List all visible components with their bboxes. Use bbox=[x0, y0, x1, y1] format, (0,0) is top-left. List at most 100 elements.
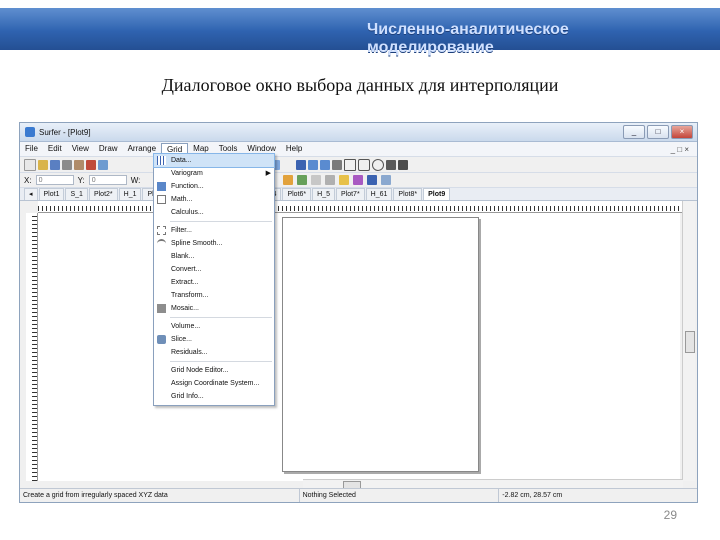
plot-canvas[interactable] bbox=[38, 213, 680, 481]
vector-map-icon[interactable] bbox=[353, 175, 364, 185]
symbol-icon[interactable] bbox=[332, 159, 342, 170]
reshape-icon[interactable] bbox=[386, 159, 396, 170]
tab-s1[interactable]: S_1 bbox=[65, 188, 88, 200]
menu-item-grid-node-editor[interactable]: Grid Node Editor... bbox=[154, 364, 274, 377]
menu-view[interactable]: View bbox=[67, 142, 94, 156]
mdi-controls[interactable]: _ □ × bbox=[671, 145, 689, 154]
menu-draw[interactable]: Draw bbox=[94, 142, 123, 156]
image-map-icon[interactable] bbox=[339, 175, 350, 185]
undo-icon[interactable] bbox=[74, 159, 84, 170]
mosaic-icon bbox=[157, 304, 166, 313]
menu-item-transform[interactable]: Transform... bbox=[154, 289, 274, 302]
slice-icon bbox=[157, 335, 166, 344]
main-toolbar bbox=[20, 157, 697, 173]
status-bar: Create a grid from irregularly spaced XY… bbox=[20, 488, 697, 502]
menu-separator bbox=[170, 361, 272, 362]
ellipse-icon[interactable] bbox=[372, 158, 384, 171]
surface-icon[interactable] bbox=[367, 175, 378, 185]
post-map-icon[interactable] bbox=[325, 175, 336, 185]
title-bar: Surfer - [Plot9] _ □ × bbox=[20, 123, 697, 142]
wireframe-icon[interactable] bbox=[381, 175, 392, 185]
vertical-scrollbar[interactable] bbox=[682, 201, 695, 481]
menu-item-variogram[interactable]: Variogram ▶ bbox=[154, 167, 274, 180]
menu-item-assign-coordinate-system[interactable]: Assign Coordinate System... bbox=[154, 377, 274, 390]
slide-number: 29 bbox=[663, 508, 677, 522]
tab-plot6[interactable]: Plot6* bbox=[282, 188, 312, 200]
text-icon[interactable] bbox=[296, 159, 306, 170]
open-icon[interactable] bbox=[38, 159, 48, 170]
slide-banner: Численно-аналитическое моделирование bbox=[0, 8, 720, 56]
status-hint: Create a grid from irregularly spaced XY… bbox=[20, 489, 300, 502]
spline-icon bbox=[157, 239, 166, 248]
math-icon bbox=[157, 195, 166, 204]
menu-item-convert[interactable]: Convert... bbox=[154, 263, 274, 276]
contour-icon[interactable] bbox=[297, 175, 308, 185]
menu-item-math[interactable]: Math... bbox=[154, 193, 274, 206]
surfer-window: Surfer - [Plot9] _ □ × File Edit View Dr… bbox=[19, 122, 698, 503]
slide-heading: Диалоговое окно выбора данных для интерп… bbox=[161, 75, 559, 95]
vertical-ruler bbox=[26, 213, 38, 481]
tab-plot7[interactable]: Plot7* bbox=[335, 188, 365, 200]
menu-item-grid-info[interactable]: Grid Info... bbox=[154, 390, 274, 403]
base-map-icon[interactable] bbox=[311, 175, 322, 185]
menu-item-calculus[interactable]: Calculus... bbox=[154, 206, 274, 219]
cut-icon[interactable] bbox=[86, 159, 96, 170]
tab-h61[interactable]: H_61 bbox=[365, 188, 393, 200]
vertical-scroll-thumb[interactable] bbox=[685, 331, 695, 353]
status-position: -2.82 cm, 28.57 cm bbox=[502, 492, 563, 499]
submenu-arrow-icon: ▶ bbox=[265, 170, 271, 177]
print-icon[interactable] bbox=[62, 159, 72, 170]
y-coordinate-field[interactable]: 0 bbox=[88, 175, 127, 185]
menu-separator bbox=[170, 221, 272, 222]
digitize-icon[interactable] bbox=[398, 159, 408, 170]
menu-file[interactable]: File bbox=[20, 142, 43, 156]
tab-plot9[interactable]: Plot9 bbox=[423, 188, 451, 200]
polygon-icon[interactable] bbox=[308, 159, 318, 170]
surfer-app-icon bbox=[25, 127, 35, 137]
menu-item-extract[interactable]: Extract... bbox=[154, 276, 274, 289]
y-label: Y: bbox=[77, 175, 85, 185]
map-tool-icon[interactable] bbox=[283, 175, 294, 185]
new-icon[interactable] bbox=[24, 158, 36, 171]
menu-item-blank[interactable]: Blank... bbox=[154, 250, 274, 263]
tab-h5[interactable]: H_5 bbox=[312, 188, 335, 200]
grid-menu-dropdown: Data... Variogram ▶ Function... Math... … bbox=[153, 153, 275, 406]
copy-icon[interactable] bbox=[98, 159, 108, 170]
menu-bar: File Edit View Draw Arrange Grid Map Too… bbox=[20, 142, 697, 157]
tab-plot1[interactable]: Plot1 bbox=[38, 188, 65, 200]
filter-icon bbox=[157, 226, 166, 235]
polyline-icon[interactable] bbox=[320, 159, 330, 170]
function-icon bbox=[157, 182, 166, 191]
menu-item-data[interactable]: Data... bbox=[153, 153, 275, 168]
minimize-button[interactable]: _ bbox=[623, 125, 645, 139]
menu-item-spline-smooth[interactable]: Spline Smooth... bbox=[154, 237, 274, 250]
window-title: Surfer - [Plot9] bbox=[39, 127, 91, 137]
x-coordinate-field[interactable]: 0 bbox=[35, 175, 74, 185]
x-label: X: bbox=[24, 175, 32, 185]
plot-page[interactable] bbox=[282, 217, 479, 472]
menu-item-slice[interactable]: Slice... bbox=[154, 333, 274, 346]
menu-edit[interactable]: Edit bbox=[43, 142, 67, 156]
coordinate-bar: X: 0 Y: 0 W: bbox=[20, 173, 697, 188]
tab-nav-left[interactable]: ◂ bbox=[24, 188, 38, 200]
status-selection: Nothing Selected bbox=[300, 489, 500, 502]
menu-separator bbox=[170, 317, 272, 318]
rounded-rect-icon[interactable] bbox=[358, 158, 370, 171]
tab-plot8[interactable]: Plot8* bbox=[393, 188, 423, 200]
tab-plot2[interactable]: Plot2* bbox=[88, 188, 118, 200]
plot-tabs: ◂ Plot1 S_1 Plot2* H_1 Plo H_4 Plot6* H_… bbox=[20, 188, 697, 201]
w-label: W: bbox=[130, 175, 141, 185]
maximize-button[interactable]: □ bbox=[647, 125, 669, 139]
menu-item-residuals[interactable]: Residuals... bbox=[154, 346, 274, 359]
grid-data-icon bbox=[157, 156, 166, 165]
menu-item-volume[interactable]: Volume... bbox=[154, 320, 274, 333]
menu-item-filter[interactable]: Filter... bbox=[154, 224, 274, 237]
close-button[interactable]: × bbox=[671, 125, 693, 139]
menu-help[interactable]: Help bbox=[281, 142, 307, 156]
rectangle-icon[interactable] bbox=[344, 158, 356, 171]
menu-item-function[interactable]: Function... bbox=[154, 180, 274, 193]
menu-item-mosaic[interactable]: Mosaic... bbox=[154, 302, 274, 315]
tab-h1[interactable]: H_1 bbox=[118, 188, 142, 200]
window-controls: _ □ × bbox=[623, 125, 693, 139]
save-icon[interactable] bbox=[50, 159, 60, 170]
